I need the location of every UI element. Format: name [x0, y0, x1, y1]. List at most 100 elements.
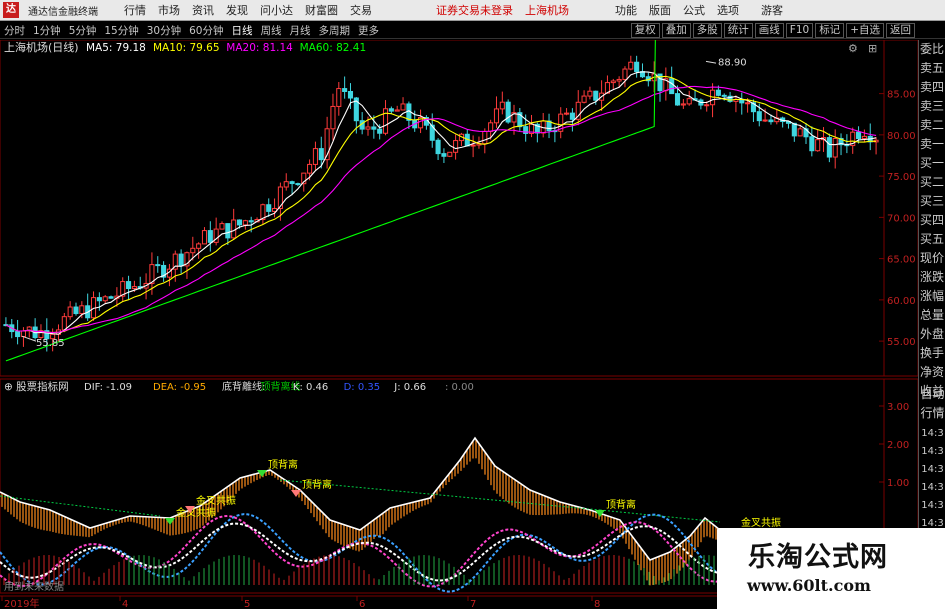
kline-chart[interactable]: 上海机场(日线) MA5: 79.18 MA10: 79.65 MA20: 81.14… [0, 40, 918, 609]
indicator-value-0: DIF: -1.09 [84, 382, 132, 393]
menu-item-5[interactable]: 财富圈 [299, 2, 344, 18]
right-menu-item-0[interactable]: 功能 [609, 2, 643, 18]
candle [674, 93, 681, 106]
period-tab-8[interactable]: 月线 [286, 23, 315, 38]
period-tab-2[interactable]: 5分钟 [65, 23, 101, 38]
candle [634, 61, 640, 73]
candle [283, 181, 289, 188]
signal-label-4: 顶背离 [606, 498, 636, 511]
period-tab-1[interactable]: 1分钟 [29, 23, 65, 38]
menu-item-0[interactable]: 行情 [118, 2, 152, 18]
candle [318, 148, 324, 161]
toolbar-button-3[interactable]: 统计 [723, 22, 753, 38]
candle [470, 144, 476, 147]
toolbar-button-4[interactable]: 画线 [754, 22, 784, 38]
signal-label-0: 金叉共振 [176, 506, 216, 519]
candle [686, 98, 692, 105]
app-name: 通达信金融终端 [28, 6, 98, 18]
candle [289, 181, 295, 185]
quote-field-12: 涨跌 [919, 270, 944, 284]
menu-item-4[interactable]: 问小达 [254, 2, 299, 18]
toolbar-button-8[interactable]: 返回 [886, 22, 915, 38]
menu-item-1[interactable]: 市场 [152, 2, 186, 18]
candle [756, 111, 762, 122]
quote-field-1: 卖五 [919, 61, 944, 75]
menu-item-2[interactable]: 资讯 [186, 2, 220, 18]
candle [336, 88, 342, 107]
period-tab-10[interactable]: 更多 [354, 23, 383, 38]
indicator-name: ⊕ 股票指标网 [4, 380, 69, 393]
toolbar-button-2[interactable]: 多股 [692, 22, 722, 38]
period-tab-0[interactable]: 分时 [0, 23, 29, 38]
signal-label-2: 顶背离 [268, 458, 298, 471]
candle [342, 88, 348, 92]
tick-time-1: 14:3 [921, 446, 944, 457]
candle [231, 219, 237, 239]
candle [400, 103, 406, 111]
period-tab-6[interactable]: 日线 [228, 23, 257, 38]
toolbar-button-6[interactable]: 标记 [815, 22, 845, 38]
period-tab-5[interactable]: 60分钟 [185, 23, 227, 38]
panel-tab-1[interactable]: 行情 [919, 404, 945, 423]
candle [768, 119, 774, 123]
toolbar-button-1[interactable]: 叠加 [661, 22, 691, 38]
toolbar-button-5[interactable]: F10 [785, 22, 814, 38]
indicator-tick-1: 2.00 [887, 440, 909, 451]
candle [791, 122, 797, 137]
period-toolbar: 分时 1分钟 5分钟 15分钟 30分钟 60分钟 日线 周线 月线 多周期 更多 复权 叠加 多股 统计… [0, 22, 945, 39]
candle [126, 281, 132, 290]
panel-tab-0[interactable]: 自动 [919, 385, 945, 404]
app-logo-icon: 达 [3, 2, 19, 18]
candle [219, 223, 225, 230]
quote-field-16: 换手 [919, 346, 944, 360]
candle [704, 104, 710, 107]
candle [330, 105, 336, 130]
right-menu-item-2[interactable]: 公式 [677, 2, 711, 18]
period-tab-9[interactable]: 多周期 [315, 23, 355, 38]
main-menu: 行情 市场 资讯 发现 问小达 财富圈 交易 [118, 2, 378, 18]
toolbar-button-7[interactable]: +自选 [846, 22, 884, 38]
menu-item-3[interactable]: 发现 [220, 2, 254, 18]
candle [61, 316, 67, 331]
candle [861, 135, 867, 140]
candle [225, 223, 231, 239]
candle [365, 126, 371, 130]
quote-field-15: 外盘 [919, 327, 944, 341]
expand-icon[interactable]: ⊞ [868, 42, 877, 55]
period-tab-3[interactable]: 15分钟 [100, 23, 142, 38]
candle [394, 109, 400, 112]
watermark-title: 乐淘公式网 [748, 542, 888, 573]
candle [67, 306, 73, 318]
quote-side-panel: 委比 卖五 卖四 卖三 卖二 卖一 买一 买二 买三 买四 买五 现价 涨跌 涨幅 总量 外盘 换手 净资 收益 自动… [918, 40, 945, 609]
guest-button[interactable]: 游客 [755, 2, 789, 18]
candle [96, 297, 102, 302]
price-tick-6: 55.00 [887, 337, 916, 348]
stock-title: 上海机场 [525, 4, 569, 17]
settings-icon[interactable]: ⚙ [848, 42, 858, 55]
right-menu-item-1[interactable]: 版面 [643, 2, 677, 18]
candle [762, 119, 768, 122]
candle [453, 140, 459, 153]
ma-label-2: MA20: 81.14 [226, 42, 293, 54]
candle [680, 103, 686, 106]
period-tab-7[interactable]: 周线 [257, 23, 286, 38]
candle [242, 220, 248, 226]
candle [20, 330, 26, 338]
candle [371, 126, 377, 130]
candle [488, 122, 494, 132]
menu-item-6[interactable]: 交易 [344, 2, 378, 18]
candle [856, 131, 862, 140]
right-menu-item-3[interactable]: 选项 [711, 2, 745, 18]
candle [196, 243, 202, 249]
indicator-value-7: : 0.00 [445, 382, 474, 393]
toolbar-button-0[interactable]: 复权 [630, 22, 660, 38]
right-menu: 功能 版面 公式 选项 [609, 2, 745, 18]
quote-field-6: 买一 [919, 156, 944, 170]
indicator-value-1: DEA: -0.95 [153, 382, 206, 393]
quote-field-8: 买三 [919, 194, 944, 208]
period-tab-4[interactable]: 30分钟 [143, 23, 185, 38]
quote-field-14: 总量 [919, 308, 944, 322]
candle [382, 108, 389, 134]
quote-field-17: 净资 [919, 365, 944, 379]
trade-login-notice[interactable]: 证券交易未登录 [430, 2, 519, 18]
